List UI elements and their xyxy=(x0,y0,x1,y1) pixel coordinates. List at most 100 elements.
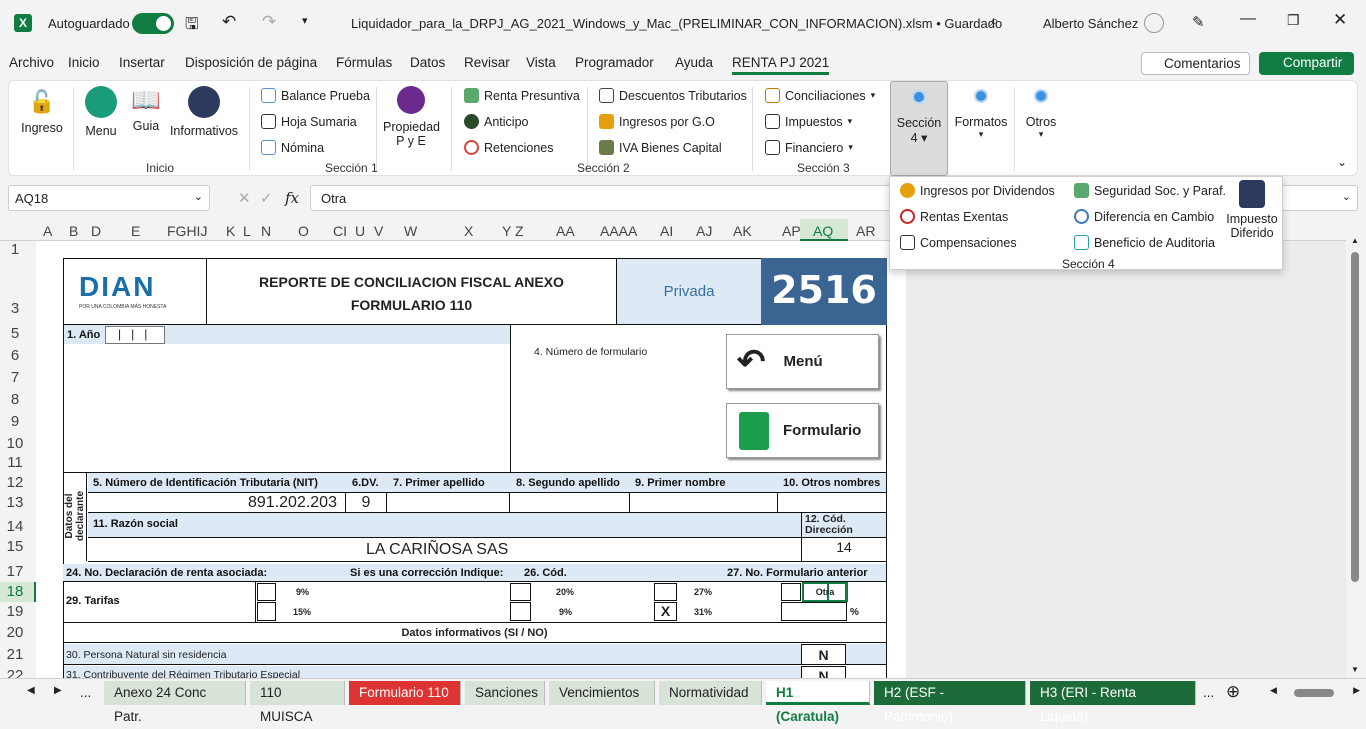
row-number[interactable]: 10 xyxy=(0,435,30,452)
close-icon[interactable]: ✕ xyxy=(1333,10,1347,30)
checkbox-9[interactable] xyxy=(257,583,276,601)
row-number[interactable]: 19 xyxy=(0,603,30,620)
menu-archivo[interactable]: Archivo xyxy=(9,55,54,70)
col-header[interactable]: AA xyxy=(556,223,575,239)
col-header[interactable]: FGHIJ xyxy=(167,223,207,239)
col-header[interactable]: AJ xyxy=(696,223,712,239)
horizontal-scrollbar[interactable]: ◀ ▶ xyxy=(1270,685,1360,701)
razon-value[interactable]: LA CARIÑOSA SAS xyxy=(366,541,508,559)
avatar[interactable] xyxy=(1144,13,1164,33)
diferencia-item[interactable]: Diferencia en Cambio xyxy=(1074,209,1214,224)
row-number[interactable]: 6 xyxy=(0,347,30,364)
vertical-scrollbar[interactable]: ▲ ▼ xyxy=(1346,230,1366,678)
row-number[interactable]: 12 xyxy=(0,474,30,491)
ingresos-go-button[interactable]: Ingresos por G.O xyxy=(599,114,715,129)
tab-h3-eri[interactable]: H3 (ERI - Renta Liquida) xyxy=(1030,681,1196,724)
row-number[interactable]: 7 xyxy=(0,369,30,386)
menu-renta[interactable]: RENTA PJ 2021 xyxy=(732,55,830,75)
formulario-nav-button[interactable]: Formulario xyxy=(726,403,879,458)
seccion4-button[interactable]: Sección 4 ▾ xyxy=(890,81,948,176)
menu-formulas[interactable]: Fórmulas xyxy=(336,55,392,70)
col-header[interactable]: A xyxy=(43,223,52,239)
col-header[interactable]: AI xyxy=(660,223,673,239)
restore-icon[interactable]: ❐ xyxy=(1287,12,1300,29)
col-header[interactable]: O xyxy=(298,223,309,239)
menu-programador[interactable]: Programador xyxy=(575,55,654,70)
col-header[interactable]: X xyxy=(464,223,473,239)
autosave-toggle[interactable] xyxy=(132,13,174,34)
enter-icon[interactable]: ✓ xyxy=(260,189,273,207)
checkbox-9b[interactable] xyxy=(510,602,531,621)
row-number[interactable]: 9 xyxy=(0,413,30,430)
row-number[interactable]: 13 xyxy=(0,494,30,511)
iva-button[interactable]: IVA Bienes Capital xyxy=(599,140,722,155)
col-header-selected[interactable]: AQ xyxy=(800,219,848,241)
col-header[interactable]: AR xyxy=(856,223,875,239)
row-number[interactable]: 14 xyxy=(0,518,30,535)
impuesto-diferido-item[interactable]: Impuesto Diferido xyxy=(1224,180,1280,240)
balance-button[interactable]: Balance Prueba xyxy=(261,88,370,103)
menu-inicio[interactable]: Inicio xyxy=(68,55,100,70)
col-header[interactable]: D xyxy=(91,223,101,239)
col-header[interactable]: U xyxy=(355,223,365,239)
formatos-button[interactable]: Formatos ▾ xyxy=(951,89,1011,140)
row-number[interactable]: 17 xyxy=(0,563,30,580)
n31-value[interactable]: N xyxy=(801,666,846,678)
menu-nav-button[interactable]: ↶ Menú xyxy=(726,334,879,389)
customize-icon[interactable]: ▾ xyxy=(302,14,308,27)
col-header[interactable]: B xyxy=(69,223,78,239)
menu-vista[interactable]: Vista xyxy=(526,55,556,70)
guia-button[interactable]: 📖 Guia xyxy=(127,86,165,133)
otra-input[interactable] xyxy=(781,602,847,621)
otros-button[interactable]: Otros ▾ xyxy=(1021,89,1061,140)
save-icon[interactable]: 🖫 xyxy=(185,13,199,40)
checkbox-otra[interactable] xyxy=(781,583,801,601)
row-number[interactable]: 15 xyxy=(0,538,30,555)
col-header[interactable]: K xyxy=(226,223,235,239)
dv-value[interactable]: 9 xyxy=(345,492,387,513)
row-number[interactable]: 20 xyxy=(0,624,30,641)
menu-datos[interactable]: Datos xyxy=(410,55,445,70)
checkbox-27[interactable] xyxy=(654,583,677,601)
tab-h1-caratula[interactable]: H1 (Caratula) xyxy=(766,681,870,724)
tab-formulario-110[interactable]: Formulario 110 xyxy=(349,681,461,705)
nomina-button[interactable]: Nómina xyxy=(261,140,324,155)
tab-110-muisca[interactable]: 110 MUISCA xyxy=(250,681,345,724)
search-icon[interactable]: ⌕ xyxy=(990,13,999,31)
beneficio-item[interactable]: Beneficio de Auditoria xyxy=(1074,235,1215,250)
conciliaciones-button[interactable]: Conciliaciones ▾ xyxy=(765,88,875,103)
row-number[interactable]: 11 xyxy=(0,454,30,471)
informativos-button[interactable]: Informativos xyxy=(169,86,239,138)
retenciones-button[interactable]: Retenciones xyxy=(464,140,554,155)
prev-sheet-icon[interactable]: ◀ xyxy=(27,685,35,696)
tab-more-right[interactable]: ... xyxy=(1193,681,1224,705)
hoja-sumaria-button[interactable]: Hoja Sumaria xyxy=(261,114,357,129)
tab-more-left[interactable]: ... xyxy=(70,681,101,705)
col-header[interactable]: Y xyxy=(502,223,511,239)
tab-sanciones[interactable]: Sanciones xyxy=(465,681,545,705)
tab-normatividad[interactable]: Normatividad xyxy=(659,681,762,705)
row-number[interactable]: 5 xyxy=(0,325,30,342)
menu-ayuda[interactable]: Ayuda xyxy=(675,55,713,70)
col-header[interactable]: N xyxy=(261,223,271,239)
tab-vencimientos[interactable]: Vencimientos xyxy=(549,681,655,705)
n30-value[interactable]: N xyxy=(801,644,846,665)
row-number-selected[interactable]: 18 xyxy=(0,582,36,602)
menu-button[interactable]: Menu xyxy=(81,86,121,138)
formula-input-end[interactable]: ⌄ xyxy=(1282,185,1358,211)
checkbox-20[interactable] xyxy=(510,583,531,601)
menu-insertar[interactable]: Insertar xyxy=(119,55,165,70)
anticipo-button[interactable]: Anticipo xyxy=(464,114,528,129)
col-header[interactable]: W xyxy=(404,223,417,239)
impuestos-button[interactable]: Impuestos ▾ xyxy=(765,114,852,129)
row-number[interactable]: 1 xyxy=(0,241,30,258)
col-header[interactable]: CI xyxy=(333,223,347,239)
financiero-button[interactable]: Financiero ▾ xyxy=(765,140,853,155)
exentas-item[interactable]: Rentas Exentas xyxy=(900,209,1008,224)
descuentos-button[interactable]: Descuentos Tributarios xyxy=(599,88,747,103)
pen-icon[interactable]: ✎ xyxy=(1192,13,1205,31)
tab-anexo24[interactable]: Anexo 24 Conc Patr. xyxy=(104,681,246,724)
otra-cell[interactable]: Otra xyxy=(802,582,848,602)
col-header[interactable]: AAAA xyxy=(600,223,637,239)
minimize-icon[interactable]: — xyxy=(1240,10,1256,28)
